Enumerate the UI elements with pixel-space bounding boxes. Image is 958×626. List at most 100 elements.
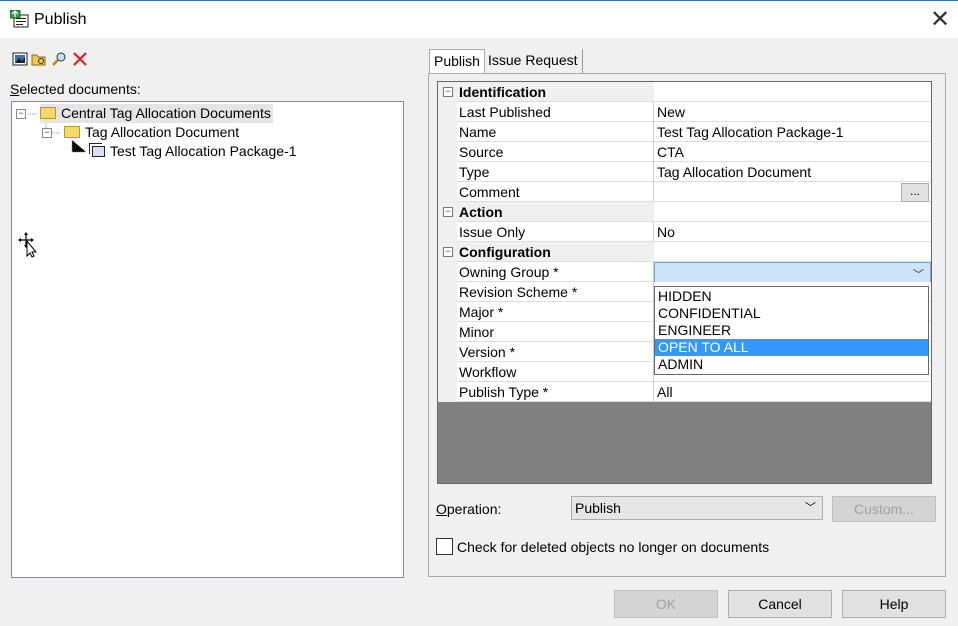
- row-type[interactable]: Type Tag Allocation Document: [438, 162, 931, 182]
- operation-label: Operation:: [436, 501, 501, 517]
- property-value: All: [654, 382, 931, 402]
- property-name: Revision Scheme *: [457, 282, 654, 302]
- tab-issue-request[interactable]: Issue Request: [483, 49, 583, 73]
- tree-expander-child[interactable]: −: [42, 128, 52, 138]
- comment-ellipsis-button[interactable]: ...: [901, 183, 929, 202]
- grid-gutter: [438, 122, 457, 142]
- move-cursor-icon: [18, 232, 38, 258]
- tab-publish[interactable]: Publish: [429, 49, 485, 73]
- grid-gutter: [438, 182, 457, 202]
- dropdown-option-open-to-all[interactable]: OPEN TO ALL: [655, 339, 928, 356]
- comment-value-field[interactable]: ...: [654, 182, 931, 202]
- property-value: Test Tag Allocation Package-1: [654, 122, 931, 142]
- find-icon[interactable]: [52, 51, 68, 67]
- dropdown-option-engineer[interactable]: ENGINEER: [655, 322, 928, 339]
- property-value: Tag Allocation Document: [654, 162, 931, 182]
- folder-icon: [64, 126, 80, 139]
- operation-label-text: peration:: [446, 501, 502, 517]
- publish-app-icon: [10, 10, 29, 28]
- tree-item-label: Test Tag Allocation Package-1: [110, 143, 297, 159]
- dropdown-option-confidential[interactable]: CONFIDENTIAL: [655, 305, 928, 322]
- dropdown-option-hidden[interactable]: HIDDEN: [655, 288, 928, 305]
- cancel-button[interactable]: Cancel: [728, 590, 832, 618]
- property-name: Name: [457, 122, 654, 142]
- owning-group-dropdown-list[interactable]: HIDDEN CONFIDENTIAL ENGINEER OPEN TO ALL…: [654, 286, 929, 375]
- row-name[interactable]: Name Test Tag Allocation Package-1: [438, 122, 931, 142]
- operation-select-value: Publish: [575, 500, 621, 516]
- grid-gutter: [438, 262, 457, 282]
- grid-gutter: [438, 282, 457, 302]
- tree-expander-root[interactable]: −: [16, 109, 26, 119]
- property-grid[interactable]: − Identification Last Published New Name…: [437, 81, 932, 484]
- property-name: Publish Type *: [457, 382, 654, 402]
- tree-item-tag-allocation-document[interactable]: Tag Allocation Document: [64, 123, 239, 142]
- grid-gutter: [438, 322, 457, 342]
- window-title: Publish: [34, 11, 87, 28]
- category-action[interactable]: − Action: [438, 202, 931, 222]
- row-issue-only[interactable]: Issue Only No: [438, 222, 931, 242]
- tree-item-label: Central Tag Allocation Documents: [61, 105, 271, 121]
- grid-gutter: [438, 222, 457, 242]
- property-name: Owning Group *: [457, 262, 654, 282]
- property-value: CTA: [654, 142, 931, 162]
- grid-gutter: [438, 362, 457, 382]
- selected-label-text: elected documents:: [19, 81, 141, 97]
- tree-item-package[interactable]: Test Tag Allocation Package-1: [92, 142, 297, 161]
- delete-icon[interactable]: [72, 51, 88, 67]
- property-value: No: [654, 222, 931, 242]
- category-configuration[interactable]: − Configuration: [438, 242, 931, 262]
- property-name: Type: [457, 162, 654, 182]
- category-label: Configuration: [457, 242, 654, 262]
- selected-documents-label: Selected documents:: [10, 81, 141, 97]
- grid-gutter: [438, 382, 457, 402]
- selected-label-mnemonic: S: [10, 81, 20, 97]
- title-bar: Publish ✕: [0, 0, 958, 38]
- open-folder-icon[interactable]: [31, 51, 47, 67]
- collapse-icon[interactable]: −: [443, 207, 453, 217]
- property-name: Workflow: [457, 362, 654, 382]
- property-name: Version *: [457, 342, 654, 362]
- folder-icon: [40, 107, 56, 120]
- help-button[interactable]: Help: [842, 590, 946, 618]
- row-source[interactable]: Source CTA: [438, 142, 931, 162]
- tree-item-label: Tag Allocation Document: [85, 124, 240, 140]
- category-identification[interactable]: − Identification: [438, 82, 931, 102]
- property-name: Source: [457, 142, 654, 162]
- property-name: Issue Only: [457, 222, 654, 242]
- category-label: Identification: [457, 82, 654, 102]
- dropdown-option-admin[interactable]: ADMIN: [655, 356, 928, 373]
- collapse-icon[interactable]: −: [443, 87, 453, 97]
- grid-gutter: [438, 142, 457, 162]
- custom-button[interactable]: Custom...: [832, 496, 936, 522]
- category-value: [654, 82, 931, 102]
- ok-button[interactable]: OK: [614, 590, 718, 618]
- operation-select[interactable]: Publish ﹀: [571, 496, 823, 520]
- category-value: [654, 242, 931, 262]
- property-name: Minor: [457, 322, 654, 342]
- property-value: New: [654, 102, 931, 122]
- row-owning-group[interactable]: Owning Group * ﹀: [438, 262, 931, 286]
- grid-gutter: −: [438, 242, 457, 262]
- category-value: [654, 202, 931, 222]
- grid-gutter: −: [438, 202, 457, 222]
- deleted-objects-checkbox-label[interactable]: Check for deleted objects no longer on d…: [457, 539, 769, 555]
- image-icon[interactable]: [12, 51, 28, 67]
- package-icon: [92, 145, 105, 157]
- grid-gutter: −: [438, 82, 457, 102]
- grid-gutter: [438, 302, 457, 322]
- grid-gutter: [438, 342, 457, 362]
- row-last-published[interactable]: Last Published New: [438, 102, 931, 122]
- document-tree[interactable]: − Central Tag Allocation Documents − Tag…: [11, 101, 404, 578]
- tree-item-root[interactable]: Central Tag Allocation Documents: [40, 104, 273, 123]
- property-name: Last Published: [457, 102, 654, 122]
- chevron-down-icon[interactable]: ﹀: [805, 497, 816, 519]
- grid-gutter: [438, 162, 457, 182]
- row-publish-type[interactable]: Publish Type * All: [438, 382, 931, 402]
- property-name: Comment: [457, 182, 654, 202]
- category-label: Action: [457, 202, 654, 222]
- grid-gutter: [438, 102, 457, 122]
- collapse-icon[interactable]: −: [443, 247, 453, 257]
- row-comment[interactable]: Comment ...: [438, 182, 931, 202]
- deleted-objects-checkbox[interactable]: [436, 538, 453, 555]
- close-icon[interactable]: ✕: [926, 5, 954, 33]
